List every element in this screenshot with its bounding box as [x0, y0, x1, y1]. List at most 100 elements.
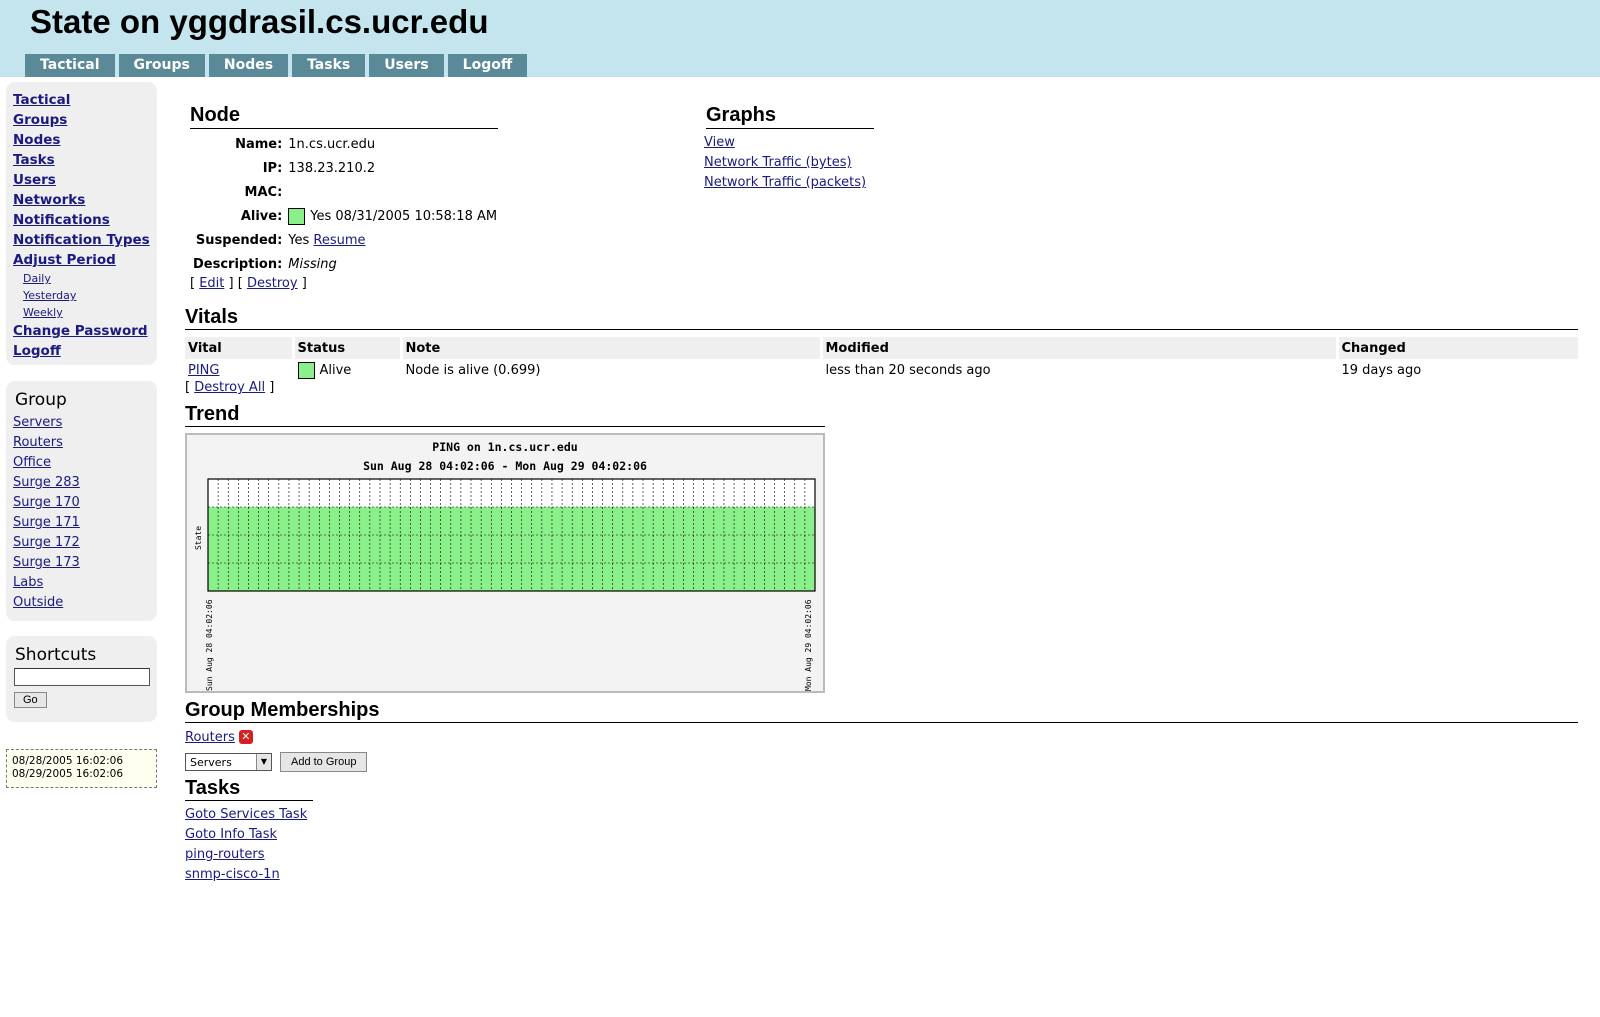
add-group-row: Servers ▼ Add to Group: [185, 752, 368, 772]
tasks-list: Goto Services Task Goto Info Task ping-r…: [185, 805, 307, 885]
group-link-outside[interactable]: Outside: [13, 593, 157, 613]
period-range: 08/28/2005 16:02:06 08/29/2005 16:02:06: [6, 749, 157, 788]
membership-list: Routers ✕: [185, 730, 253, 745]
site-title: State on yggdrasil.cs.ucr.edu: [30, 3, 489, 40]
tab-users[interactable]: Users: [369, 54, 444, 77]
group-link-routers[interactable]: Routers: [13, 433, 157, 453]
table-header-row: Vital Status Note Modified Changed: [185, 337, 1578, 359]
vitals-heading: Vitals: [185, 306, 1578, 330]
destroy-all-row: [ Destroy All ]: [185, 380, 274, 395]
tab-tactical[interactable]: Tactical: [25, 54, 115, 77]
task-link-services[interactable]: Goto Services Task: [185, 805, 307, 825]
trend-heading: Trend: [185, 403, 825, 427]
vital-note: Node is alive (0.699): [399, 359, 821, 382]
group-link-servers[interactable]: Servers: [13, 413, 157, 433]
x-tick-label-start: Sun Aug 28 04:02:06: [205, 599, 214, 691]
membership-link-routers[interactable]: Routers: [185, 730, 235, 745]
alive-text: Yes 08/31/2005 10:58:18 AM: [310, 208, 498, 224]
node-details: Name: 1n.cs.ucr.edu IP: 138.23.210.2 MAC…: [190, 132, 500, 276]
sidebar-link-notification-types[interactable]: Notification Types: [13, 230, 157, 250]
node-name: 1n.cs.ucr.edu: [288, 136, 376, 152]
group-link-surge-172[interactable]: Surge 172: [13, 533, 157, 553]
bracket-open: [: [237, 276, 243, 291]
shortcut-input[interactable]: [14, 668, 150, 686]
node-section: Node Name: 1n.cs.ucr.edu IP: 138.23.210.…: [190, 104, 500, 291]
trend-chart-svg: PING on 1n.cs.ucr.edu Sun Aug 28 04:02:0…: [194, 440, 816, 691]
sidebar-link-logoff[interactable]: Logoff: [13, 341, 157, 361]
table-row: PING Alive Node is alive (0.699) less th…: [185, 359, 1578, 382]
node-actions: [ Edit ] [ Destroy ]: [190, 276, 500, 291]
suspended-value: Yes: [288, 232, 310, 248]
alive-label: Alive:: [240, 208, 283, 224]
node-description: Missing: [288, 256, 337, 272]
group-link-surge-170[interactable]: Surge 170: [13, 493, 157, 513]
tab-nodes[interactable]: Nodes: [208, 54, 289, 77]
vital-changed: 19 days ago: [1335, 359, 1578, 382]
bracket-close: ]: [301, 276, 307, 291]
graph-link-traffic-packets[interactable]: Network Traffic (packets): [704, 173, 874, 193]
vital-ping-link[interactable]: PING: [188, 363, 219, 378]
vital-status-swatch: [297, 362, 315, 379]
group-link-surge-171[interactable]: Surge 171: [13, 513, 157, 533]
sidebar-link-groups[interactable]: Groups: [13, 110, 157, 130]
tab-groups[interactable]: Groups: [118, 54, 205, 77]
group-link-office[interactable]: Office: [13, 453, 157, 473]
period-end: 08/29/2005 16:02:06: [12, 768, 124, 780]
shortcuts-title: Shortcuts: [15, 645, 97, 665]
chart-title: PING on 1n.cs.ucr.edu: [432, 440, 577, 454]
period-link-daily[interactable]: Daily: [13, 270, 157, 287]
mac-label: MAC:: [244, 184, 283, 200]
period-link-yesterday[interactable]: Yesterday: [13, 287, 157, 304]
task-link-info[interactable]: Goto Info Task: [185, 825, 307, 845]
tab-tasks[interactable]: Tasks: [292, 54, 366, 77]
trend-chart: PING on 1n.cs.ucr.edu Sun Aug 28 04:02:0…: [185, 433, 825, 693]
group-select-value: Servers: [190, 755, 232, 769]
sidebar-link-change-password[interactable]: Change Password: [13, 321, 157, 341]
alive-cell: Yes 08/31/2005 10:58:18 AM: [285, 204, 500, 228]
graph-link-view[interactable]: View: [704, 133, 874, 153]
go-button[interactable]: Go: [14, 692, 47, 708]
alive-status-swatch: [288, 207, 306, 225]
task-link-snmp-cisco[interactable]: snmp-cisco-1n: [185, 865, 307, 885]
sidebar-link-tasks[interactable]: Tasks: [13, 150, 157, 170]
x-tick-label-end: Mon Aug 29 04:02:06: [804, 599, 813, 691]
resume-link[interactable]: Resume: [313, 233, 365, 248]
bracket-close: ]: [269, 380, 275, 395]
add-to-group-button[interactable]: Add to Group: [280, 752, 368, 772]
sidebar-shortcuts: Shortcuts Go: [6, 636, 157, 722]
node-ip: 138.23.210.2: [288, 160, 376, 176]
column-header: Note: [399, 337, 821, 359]
bracket-open: [: [185, 380, 191, 395]
column-header: Vital: [185, 337, 293, 359]
sidebar-link-users[interactable]: Users: [13, 170, 157, 190]
page-header: State on yggdrasil.cs.ucr.edu Tactical G…: [0, 0, 1600, 77]
vital-modified: less than 20 seconds ago: [819, 359, 1337, 382]
edit-link[interactable]: Edit: [199, 276, 224, 291]
group-link-labs[interactable]: Labs: [13, 573, 157, 593]
destroy-link[interactable]: Destroy: [247, 276, 298, 291]
graph-link-traffic-bytes[interactable]: Network Traffic (bytes): [704, 153, 874, 173]
chart-y-label: State: [194, 526, 203, 550]
period-link-weekly[interactable]: Weekly: [13, 304, 157, 321]
vital-status: Alive: [319, 363, 352, 378]
tasks-heading: Tasks: [185, 777, 313, 801]
period-start: 08/28/2005 16:02:06: [12, 755, 124, 767]
group-link-surge-173[interactable]: Surge 173: [13, 553, 157, 573]
sidebar-link-notifications[interactable]: Notifications: [13, 210, 157, 230]
remove-membership-icon[interactable]: ✕: [238, 730, 253, 744]
sidebar-groups: Group Servers Routers Office Surge 283 S…: [6, 381, 157, 621]
sidebar-link-networks[interactable]: Networks: [13, 190, 157, 210]
destroy-all-link[interactable]: Destroy All: [194, 380, 265, 395]
group-select[interactable]: Servers ▼: [185, 753, 272, 771]
group-link-surge-283[interactable]: Surge 283: [13, 473, 157, 493]
sidebar-link-nodes[interactable]: Nodes: [13, 130, 157, 150]
top-tabs: Tactical Groups Nodes Tasks Users Logoff: [25, 54, 528, 77]
sidebar-link-tactical[interactable]: Tactical: [13, 90, 157, 110]
chevron-down-icon[interactable]: ▼: [256, 754, 271, 770]
task-link-ping-routers[interactable]: ping-routers: [185, 845, 307, 865]
sidebar-link-adjust-period[interactable]: Adjust Period: [13, 250, 157, 270]
tab-logoff[interactable]: Logoff: [447, 54, 528, 77]
vitals-table: Vital Status Note Modified Changed PING …: [185, 337, 1578, 382]
sidebar-nav: Tactical Groups Nodes Tasks Users Networ…: [6, 82, 157, 365]
node-mac: [285, 180, 500, 204]
